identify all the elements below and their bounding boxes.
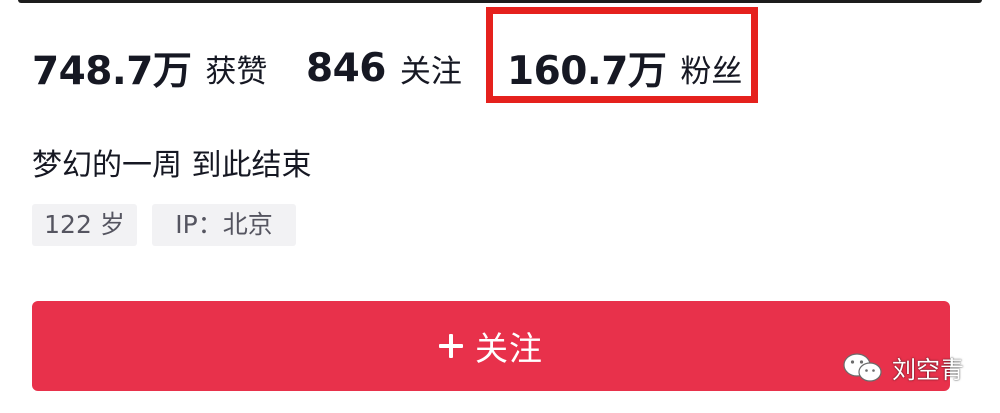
likes-stat[interactable]: 748.7万 获赞	[32, 38, 267, 98]
following-stat[interactable]: 846 关注	[306, 38, 462, 98]
profile-bio: 梦幻的一周 到此结束	[32, 148, 312, 183]
follow-button[interactable]: 关注	[32, 301, 950, 391]
likes-count: 748.7万	[32, 49, 192, 94]
follow-button-label: 关注	[475, 329, 543, 368]
age-tag: 122 岁	[32, 204, 137, 246]
ip-location-tag: IP：北京	[152, 204, 296, 246]
watermark: 刘空青	[842, 350, 964, 385]
likes-label: 获赞	[205, 53, 268, 90]
wechat-icon	[843, 352, 882, 382]
followers-highlight-box	[486, 7, 758, 103]
following-label: 关注	[399, 53, 462, 90]
following-count: 846	[306, 45, 386, 91]
plus-icon	[439, 334, 463, 358]
top-edge-divider	[18, 0, 982, 3]
watermark-text: 刘空青	[892, 356, 964, 384]
